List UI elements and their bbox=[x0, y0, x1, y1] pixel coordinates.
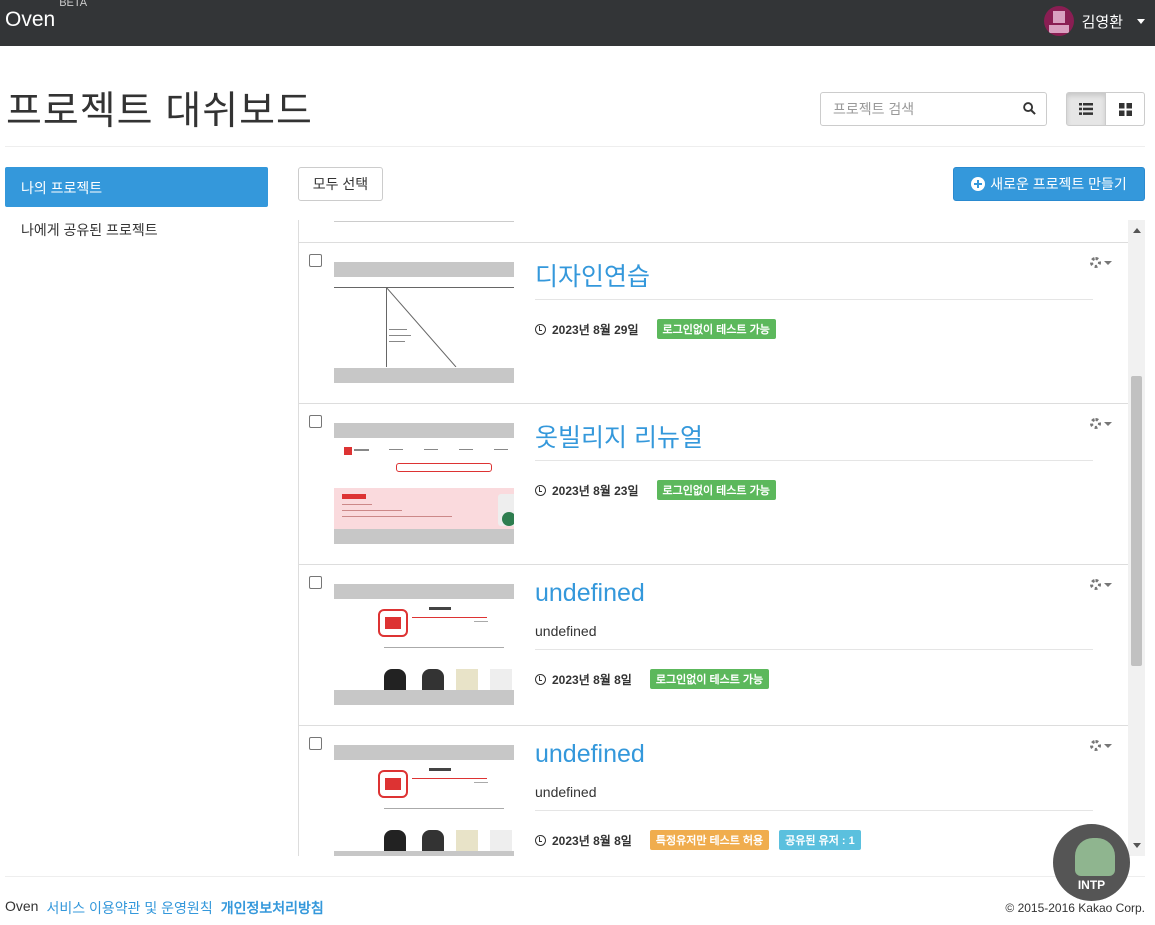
project-thumbnail[interactable] bbox=[334, 423, 514, 544]
project-meta: 2023년 8월 23일 로그인없이 테스트 가능 bbox=[535, 480, 776, 500]
divider bbox=[535, 299, 1093, 300]
user-name: 김영환 bbox=[1081, 13, 1123, 31]
divider bbox=[535, 810, 1093, 811]
project-thumbnail[interactable] bbox=[334, 584, 514, 705]
gear-icon bbox=[1090, 740, 1101, 751]
project-title[interactable]: undefined bbox=[535, 579, 645, 608]
clock-icon bbox=[535, 484, 546, 496]
brand-logo[interactable]: OvenBETA bbox=[5, 0, 87, 32]
settings-dropdown[interactable] bbox=[1090, 579, 1112, 590]
avatar bbox=[1043, 6, 1074, 36]
project-list: 디자인연습 2023년 8월 29일 로그인없이 테스트 가능 옷빌리지 리뉴얼… bbox=[298, 220, 1145, 856]
divider bbox=[535, 460, 1093, 461]
list-view-button[interactable] bbox=[1066, 92, 1106, 126]
scroll-up-arrow-icon[interactable] bbox=[1133, 228, 1141, 233]
project-thumbnail[interactable] bbox=[334, 262, 514, 383]
status-badge: 로그인없이 테스트 가능 bbox=[649, 669, 770, 689]
plus-circle-icon bbox=[971, 177, 986, 191]
project-date: 2023년 8월 23일 bbox=[552, 483, 639, 498]
grid-view-button[interactable] bbox=[1105, 92, 1145, 126]
clock-icon bbox=[535, 834, 546, 846]
beta-label: BETA bbox=[59, 0, 88, 9]
project-checkbox[interactable] bbox=[309, 576, 322, 589]
divider bbox=[5, 876, 1145, 877]
project-date: 2023년 8월 8일 bbox=[552, 833, 632, 848]
copyright: © 2015-2016 Kakao Corp. bbox=[1005, 901, 1145, 915]
new-project-label: 새로운 프로젝트 만들기 bbox=[990, 176, 1127, 192]
project-meta: 2023년 8월 29일 로그인없이 테스트 가능 bbox=[535, 319, 776, 339]
search-box bbox=[820, 92, 1047, 126]
page-title: 프로젝트 대쉬보드 bbox=[6, 90, 313, 133]
project-title[interactable]: 디자인연습 bbox=[535, 257, 650, 293]
project-title[interactable]: undefined bbox=[535, 740, 645, 769]
intp-label: INTP bbox=[1077, 878, 1106, 892]
clock-icon bbox=[535, 323, 546, 335]
project-row: 옷빌리지 리뉴얼 2023년 8월 23일 로그인없이 테스트 가능 bbox=[299, 403, 1129, 564]
project-date: 2023년 8월 29일 bbox=[552, 322, 639, 337]
status-badge: 로그인없이 테스트 가능 bbox=[656, 319, 776, 339]
search-input[interactable] bbox=[833, 94, 1023, 124]
chevron-down-icon bbox=[1104, 582, 1112, 587]
settings-dropdown[interactable] bbox=[1090, 257, 1112, 268]
footer-brand: Oven bbox=[5, 898, 39, 914]
project-row: 디자인연습 2023년 8월 29일 로그인없이 테스트 가능 bbox=[299, 242, 1129, 403]
settings-dropdown[interactable] bbox=[1090, 418, 1112, 429]
clock-icon bbox=[535, 673, 546, 685]
list-icon bbox=[1079, 103, 1093, 115]
chevron-down-icon bbox=[1104, 260, 1112, 265]
select-all-button[interactable]: 모두 선택 bbox=[298, 167, 383, 201]
status-badge: 로그인없이 테스트 가능 bbox=[656, 480, 776, 500]
sidebar-item-shared-projects[interactable]: 나에게 공유된 프로젝트 bbox=[5, 217, 268, 241]
project-meta: 2023년 8월 8일 특정유저만 테스트 허용 공유된 유저 : 1 bbox=[535, 830, 861, 850]
project-row: undefined undefined 2023년 8월 8일 특정유저만 테스… bbox=[299, 725, 1129, 856]
previous-thumbnail-edge bbox=[334, 220, 514, 222]
chevron-down-icon bbox=[1104, 743, 1112, 748]
privacy-link[interactable]: 개인정보처리방침 bbox=[221, 898, 324, 918]
gear-icon bbox=[1090, 418, 1101, 429]
project-checkbox[interactable] bbox=[309, 254, 322, 267]
user-menu[interactable]: 김영환 bbox=[1043, 6, 1145, 36]
scroll-down-arrow-icon[interactable] bbox=[1133, 843, 1141, 848]
scrollbar-thumb[interactable] bbox=[1131, 376, 1142, 666]
status-badge: 특정유저만 테스트 허용 bbox=[649, 830, 770, 850]
project-title[interactable]: 옷빌리지 리뉴얼 bbox=[535, 418, 703, 454]
sidebar-item-my-projects[interactable]: 나의 프로젝트 bbox=[5, 167, 268, 207]
project-checkbox[interactable] bbox=[309, 737, 322, 750]
dinosaur-icon bbox=[1075, 838, 1115, 876]
project-meta: 2023년 8월 8일 로그인없이 테스트 가능 bbox=[535, 669, 770, 689]
project-description: undefined bbox=[535, 784, 597, 800]
scrollbar[interactable] bbox=[1128, 220, 1145, 856]
chevron-down-icon bbox=[1137, 18, 1145, 24]
terms-link[interactable]: 서비스 이용약관 및 운영원칙 bbox=[46, 898, 212, 918]
shared-users-badge: 공유된 유저 : 1 bbox=[779, 830, 861, 850]
project-description: undefined bbox=[535, 623, 597, 639]
project-row: undefined undefined 2023년 8월 8일 로그인없이 테스… bbox=[299, 564, 1129, 725]
new-project-button[interactable]: 새로운 프로젝트 만들기 bbox=[953, 167, 1145, 201]
chevron-down-icon bbox=[1104, 421, 1112, 426]
footer: Oven 서비스 이용약관 및 운영원칙 개인정보처리방침 bbox=[5, 898, 324, 918]
settings-dropdown[interactable] bbox=[1090, 740, 1112, 751]
project-thumbnail[interactable] bbox=[334, 745, 514, 856]
divider bbox=[535, 649, 1093, 650]
view-toggle bbox=[1066, 92, 1145, 126]
divider bbox=[5, 146, 1145, 147]
gear-icon bbox=[1090, 257, 1101, 268]
top-navbar: OvenBETA 김영환 bbox=[0, 0, 1155, 46]
search-icon[interactable] bbox=[1023, 102, 1036, 115]
gear-icon bbox=[1090, 579, 1101, 590]
project-date: 2023년 8월 8일 bbox=[552, 672, 632, 687]
grid-icon bbox=[1118, 102, 1132, 116]
intp-overlay-badge: INTP bbox=[1053, 824, 1130, 901]
project-checkbox[interactable] bbox=[309, 415, 322, 428]
